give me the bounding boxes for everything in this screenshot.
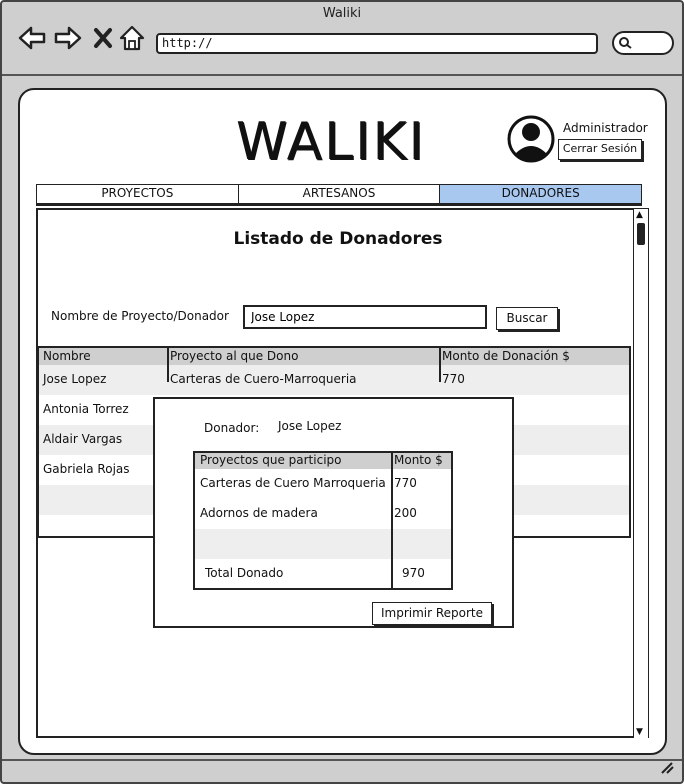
column-header[interactable]: Proyecto al que Dono (170, 349, 298, 363)
table-cell: Carteras de Cuero Marroqueria (200, 476, 386, 490)
browser-search-field[interactable] (612, 31, 674, 55)
column-divider (391, 453, 393, 588)
status-bar-divider (2, 759, 682, 761)
vertical-scrollbar[interactable]: ▲ ▼ (633, 209, 648, 738)
total-row: Total Donado 970 (195, 559, 451, 589)
resize-grip-icon[interactable] (660, 762, 674, 778)
table-cell: Aldair Vargas (43, 432, 123, 446)
column-divider (167, 348, 169, 382)
table-cell: 200 (394, 506, 417, 520)
column-header[interactable]: Monto de Donación $ (442, 349, 570, 363)
scroll-down-icon[interactable]: ▼ (636, 727, 643, 737)
tab-proyectos[interactable]: PROYECTOS (36, 184, 239, 206)
donor-projects-table: Proyectos que participo Monto $ Carteras… (193, 451, 453, 590)
window-title: Waliki (322, 6, 362, 21)
column-header[interactable]: Proyectos que participo (200, 453, 342, 467)
search-icon (619, 37, 632, 49)
table-cell: Carteras de Cuero-Marroqueria (170, 372, 357, 386)
user-name: Administrador (563, 121, 648, 135)
address-bar[interactable]: http:// (156, 33, 598, 54)
table-row[interactable]: Adornos de madera 200 (195, 499, 451, 529)
column-header[interactable]: Monto $ (394, 453, 443, 467)
close-x-icon[interactable] (92, 24, 114, 52)
user-avatar-icon[interactable] (507, 114, 555, 164)
total-label: Total Donado (205, 566, 284, 580)
table-cell: Antonia Torrez (43, 402, 129, 416)
print-report-button[interactable]: Imprimir Reporte (372, 602, 492, 625)
donor-label: Donador: (204, 421, 260, 435)
forward-arrow-icon[interactable] (52, 24, 84, 52)
column-divider (439, 348, 441, 382)
main-tabs: PROYECTOS ARTESANOS DONADORES (36, 184, 643, 206)
table-header-row: Nombre Proyecto al que Dono Monto de Don… (39, 348, 629, 365)
table-row[interactable]: Carteras de Cuero Marroqueria 770 (195, 469, 451, 499)
total-value: 970 (402, 566, 425, 580)
table-cell: Gabriela Rojas (43, 462, 130, 476)
column-header[interactable]: Nombre (43, 349, 91, 363)
back-arrow-icon[interactable] (16, 24, 48, 52)
table-cell: 770 (442, 372, 465, 386)
app-logo: WALIKI (236, 112, 426, 172)
table-header-row: Proyectos que participo Monto $ (195, 453, 451, 469)
home-icon[interactable] (118, 24, 146, 52)
table-cell: Jose Lopez (43, 372, 107, 386)
search-label: Nombre de Proyecto/Donador (51, 309, 229, 323)
table-row[interactable]: Jose Lopez Carteras de Cuero-Marroqueria… (39, 365, 629, 395)
scroll-up-icon[interactable]: ▲ (636, 210, 643, 220)
logout-button[interactable]: Cerrar Sesión (558, 139, 642, 160)
table-row[interactable] (195, 529, 451, 559)
table-cell: 770 (394, 476, 417, 490)
donor-name: Jose Lopez (278, 419, 342, 433)
tab-donadores[interactable]: DONADORES (440, 184, 643, 206)
page-title: Listado de Donadores (233, 229, 443, 249)
tab-artesanos[interactable]: ARTESANOS (238, 184, 441, 206)
chrome-divider (2, 74, 682, 76)
search-input[interactable] (243, 305, 487, 329)
table-cell: Adornos de madera (200, 506, 318, 520)
search-button[interactable]: Buscar (496, 307, 558, 330)
